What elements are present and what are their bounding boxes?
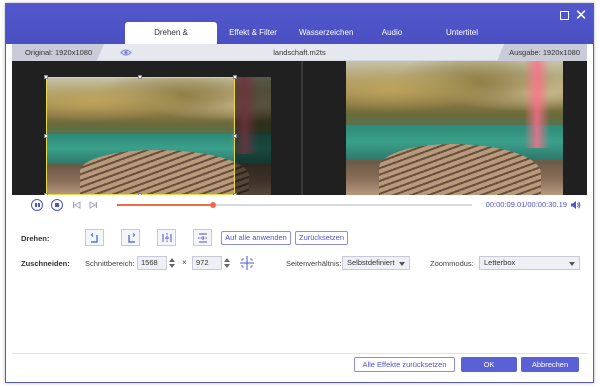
output-resolution: Ausgabe: 1920x1080 [497,44,587,61]
zoom-mode-label: Zoommodus: [430,259,474,268]
chevron-down-icon [399,262,405,266]
reset-all-effects-button[interactable]: Alle Effekte zurücksetzen [354,357,455,372]
skip-back-icon[interactable] [72,200,82,210]
pause-button[interactable] [31,199,43,211]
crop-handle-top-right[interactable] [233,75,237,79]
tab-bar: Drehen & Zuschneiden Effekt & Filter Was… [125,22,501,59]
output-preview [303,61,587,195]
volume-icon[interactable] [570,200,581,210]
flip-horizontal-button[interactable] [157,229,176,246]
flip-vertical-icon [198,233,208,243]
output-video-frame [346,61,563,195]
progress-fill [117,204,213,206]
rotate-left-button[interactable] [85,229,104,246]
crop-label: Zuschneiden: [21,259,70,268]
crop-dim-overlay [235,77,271,195]
crop-height-stepper[interactable] [223,256,231,270]
stop-button[interactable] [51,199,63,211]
maximize-icon[interactable] [557,9,571,23]
rotate-left-icon [90,233,98,243]
rotate-label: Drehen: [21,234,50,243]
original-preview[interactable] [12,61,301,197]
crop-handle-top[interactable] [138,75,142,79]
aspect-ratio-value: Selbstdefiniert [347,258,395,267]
flip-vertical-button[interactable] [193,229,212,246]
cancel-button[interactable]: Abbrechen [521,357,579,372]
time-display: 00:00:09.01/00:00:30.19 [485,200,567,209]
footer-divider [12,353,587,354]
crop-handle-left[interactable] [44,134,48,138]
tab-rotate-crop[interactable]: Drehen & Zuschneiden [125,22,217,59]
multiply-sign: × [182,258,187,267]
crop-selection-box[interactable] [44,75,237,197]
tab-effect-filter[interactable]: Effekt & Filter [217,22,289,44]
skip-forward-icon[interactable] [88,200,98,210]
crop-width-stepper[interactable] [168,256,176,270]
aspect-ratio-select[interactable]: Selbstdefiniert [342,256,410,270]
ok-button[interactable]: OK [461,357,517,372]
preview-info-bar: landschaft.m2ts Original: 1920x1080 Ausg… [12,44,587,61]
flip-horizontal-icon [162,233,172,243]
crop-handle-top-left[interactable] [44,75,48,79]
rotate-right-icon [128,233,136,243]
zoom-mode-value: Letterbox [484,258,516,267]
title-bar: ✕ Drehen & Zuschneiden Effekt & Filter W… [6,4,593,59]
close-icon[interactable]: ✕ [574,8,588,23]
crop-handle-right[interactable] [233,134,237,138]
crop-height-input[interactable]: 972 [192,256,222,270]
tab-subtitle[interactable]: Untertitel [423,22,501,44]
edit-dialog: ✕ Drehen & Zuschneiden Effekt & Filter W… [5,3,594,383]
progress-thumb[interactable] [209,202,216,208]
crop-area-label: Schnittbereich: [85,259,135,268]
progress-track[interactable] [117,202,472,208]
playback-bar: 00:00:09.01/00:00:30.19 [12,195,587,215]
apply-to-all-button[interactable]: Auf alle anwenden [221,231,291,245]
zoom-mode-select[interactable]: Letterbox [479,256,580,270]
tab-watermark[interactable]: Wasserzeichen [289,22,361,44]
chevron-down-icon [569,262,575,266]
rotate-reset-button[interactable]: Zurücksetzen [295,231,348,245]
center-crop-icon[interactable] [238,255,256,271]
video-preview-area [12,61,587,197]
rotate-right-button[interactable] [121,229,140,246]
aspect-ratio-label: Seitenverhältnis: [286,259,342,268]
eye-icon[interactable] [120,48,132,57]
tab-audio[interactable]: Audio [361,22,423,44]
original-resolution: Original: 1920x1080 [12,44,104,61]
crop-width-input[interactable]: 1568 [137,256,167,270]
